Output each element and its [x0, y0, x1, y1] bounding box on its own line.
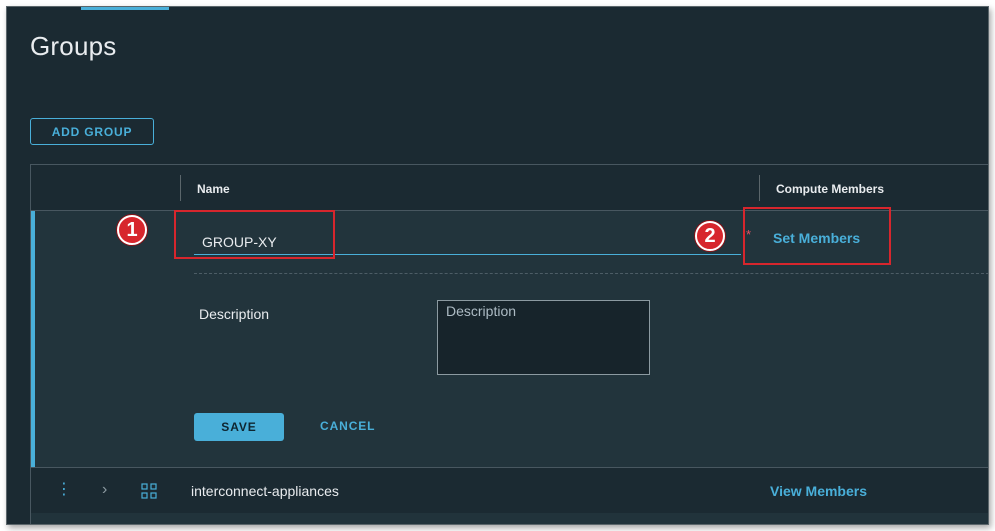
page-title: Groups — [30, 31, 117, 61]
view-members-link[interactable]: View Members — [770, 483, 867, 499]
grid-header: Name Compute Members — [31, 165, 988, 211]
callout-box-name — [174, 210, 335, 259]
column-divider[interactable] — [759, 175, 760, 201]
nav-active-indicator — [81, 7, 169, 10]
vertical-ellipsis-icon[interactable]: ⋮ — [56, 482, 72, 498]
callout-badge-1: 1 — [117, 215, 147, 245]
description-label: Description — [199, 306, 270, 322]
description-textarea[interactable] — [437, 300, 650, 375]
section-divider — [194, 273, 988, 274]
group-nodes-icon — [141, 483, 157, 504]
group-name-cell: interconnect-appliances — [191, 483, 339, 499]
cancel-button[interactable]: CANCEL — [320, 419, 375, 433]
save-button[interactable]: SAVE — [194, 413, 284, 441]
column-header-name[interactable]: Name — [197, 182, 230, 196]
callout-box-set-members — [743, 207, 891, 265]
callout-badge-2: 2 — [695, 221, 725, 251]
column-header-compute-members[interactable]: Compute Members — [776, 182, 884, 196]
chevron-right-icon[interactable]: › — [102, 481, 107, 499]
column-divider[interactable] — [180, 175, 181, 201]
table-row[interactable]: ⋮ › interconnect-appliances View Members — [31, 467, 988, 513]
app-frame: Groups ADD GROUP Name Compute Members * … — [6, 6, 989, 525]
add-group-button[interactable]: ADD GROUP — [30, 118, 154, 145]
